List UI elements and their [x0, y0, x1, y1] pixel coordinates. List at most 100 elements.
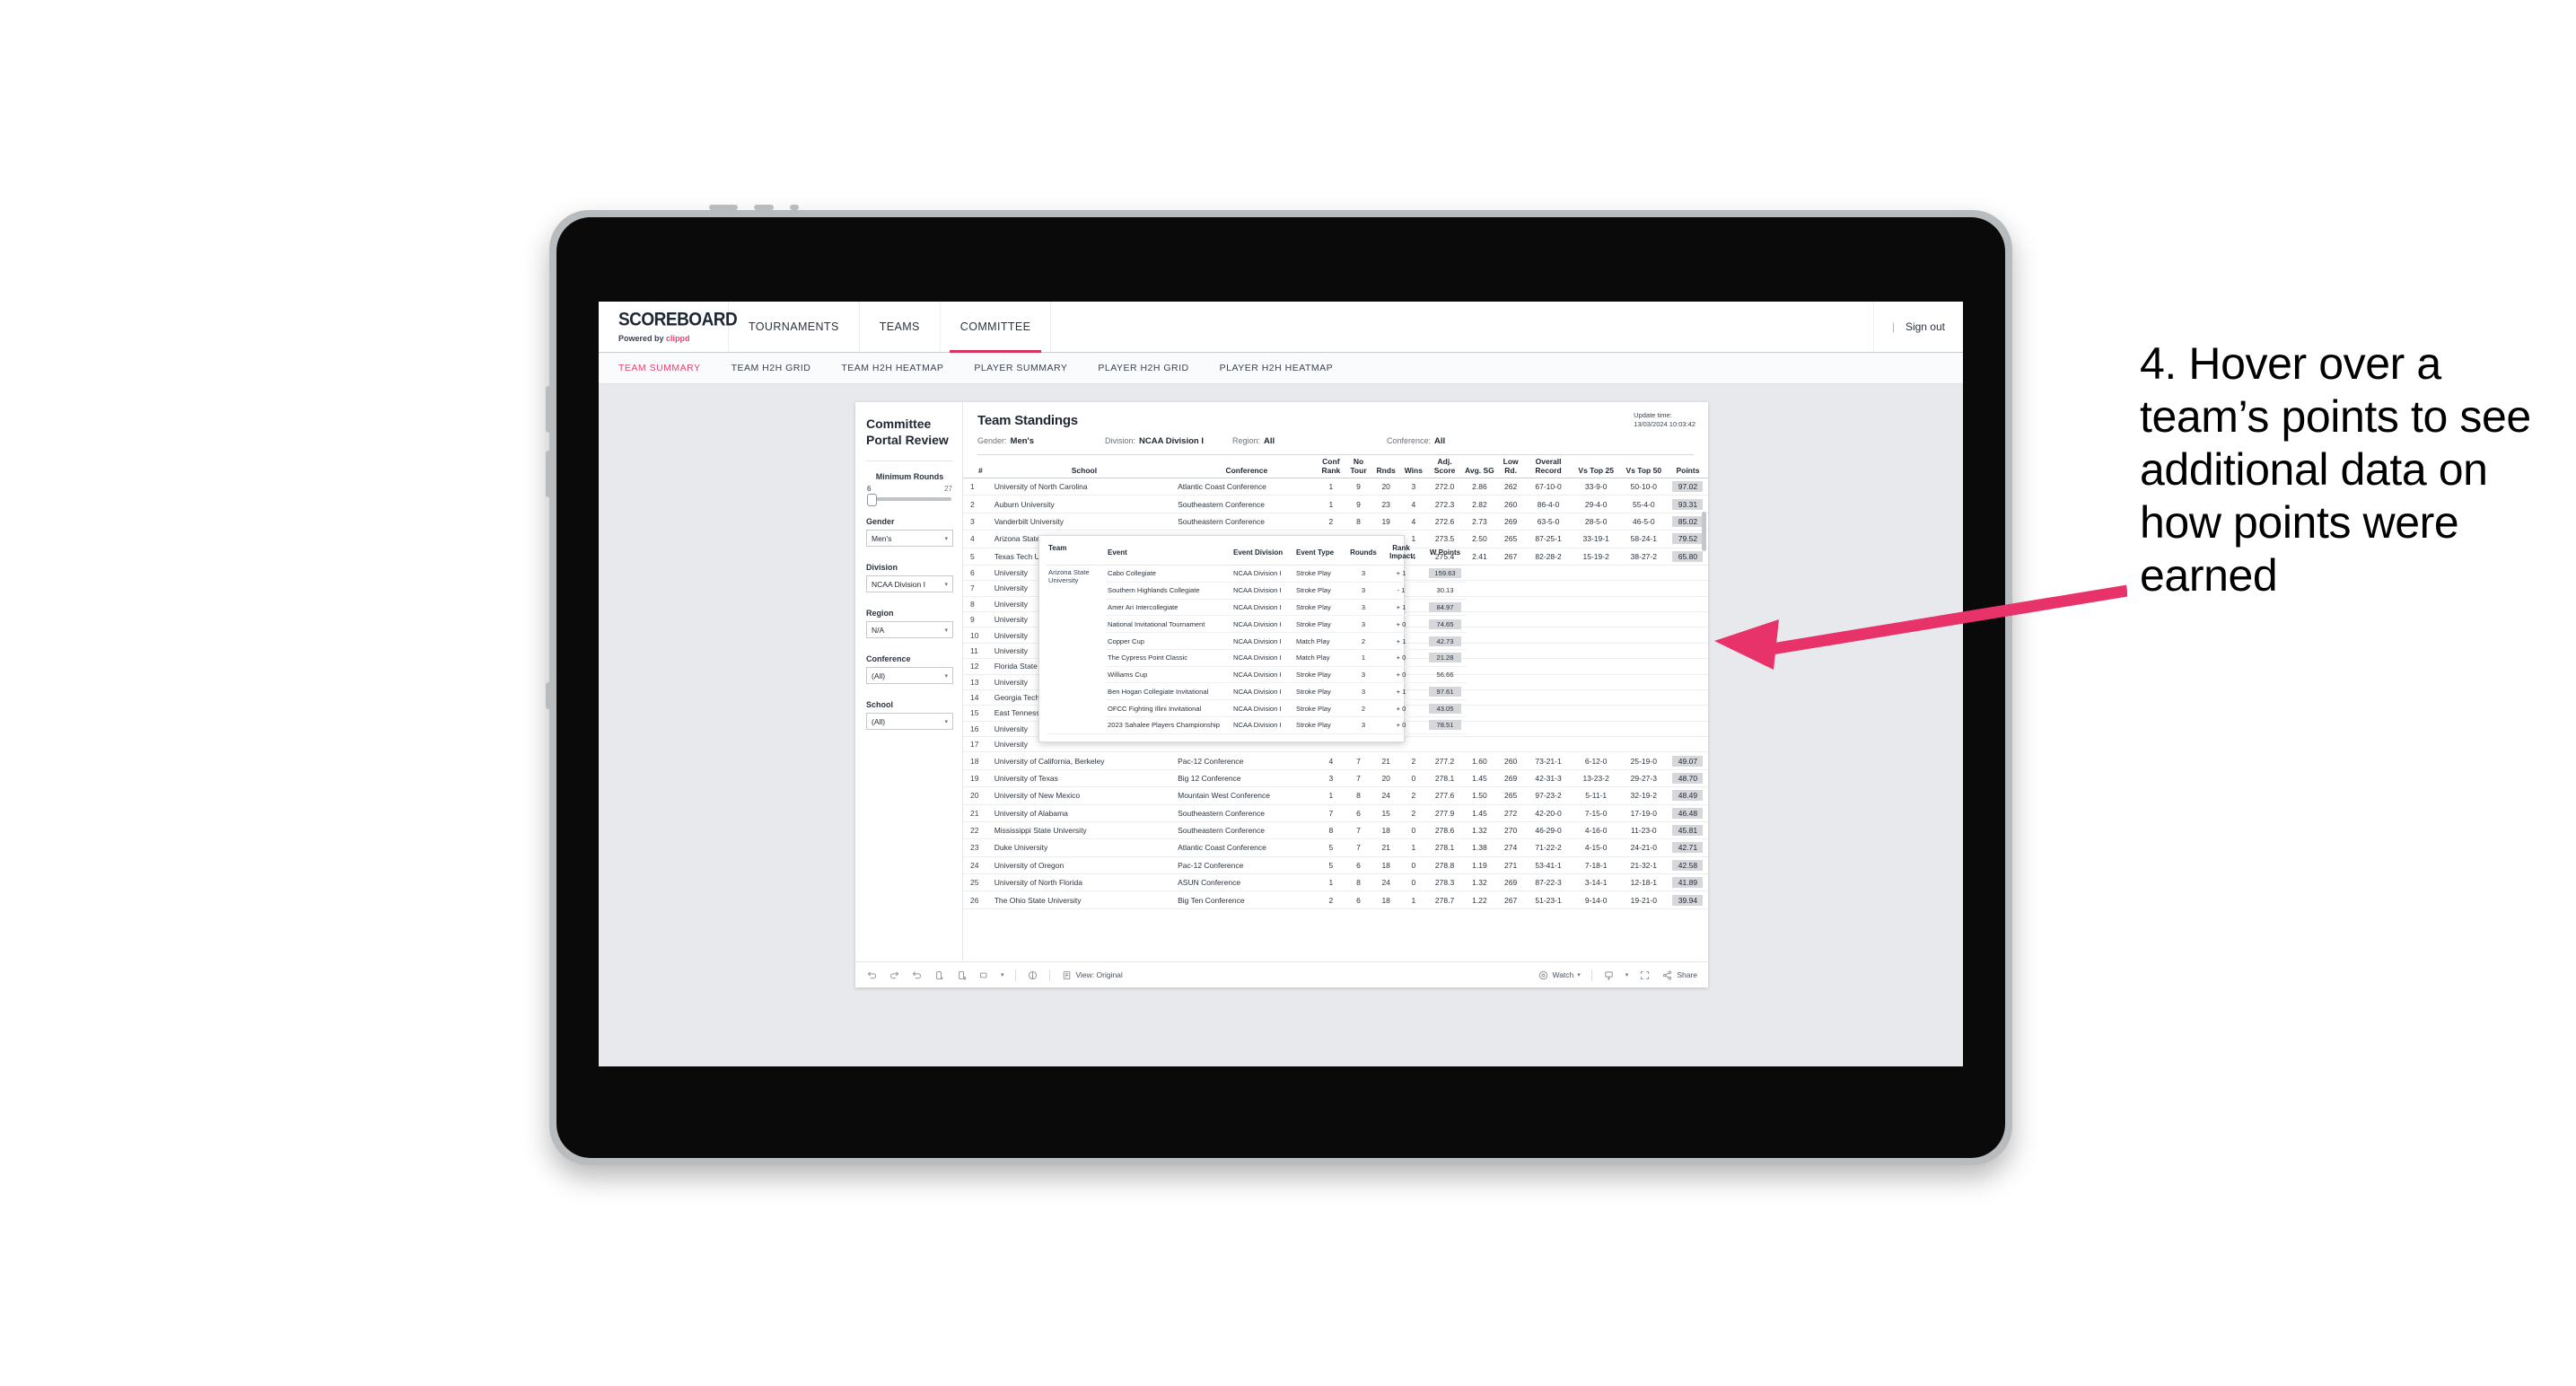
col-conference[interactable]: Conference [1176, 455, 1318, 479]
col-rnds[interactable]: Rnds [1371, 455, 1400, 479]
col-school[interactable]: School [992, 455, 1177, 479]
w-points-badge: 97.61 [1429, 686, 1461, 697]
cell-10 [1524, 643, 1573, 660]
points-badge[interactable]: 85.02 [1672, 515, 1704, 527]
table-row[interactable]: 20 University of New Mexico Mountain West … [963, 786, 1708, 805]
cell-points[interactable]: 45.81 [1667, 821, 1708, 840]
tab-team-h2h-grid[interactable]: TEAM H2H GRID [732, 363, 811, 373]
view-original-button[interactable]: View: Original [1061, 969, 1123, 981]
table-row[interactable]: 23 Duke University Atlantic Coast Conferen… [963, 838, 1708, 857]
points-badge[interactable]: 97.02 [1672, 481, 1704, 493]
vertical-scrollbar[interactable] [1702, 512, 1706, 551]
col-no-tour[interactable]: No Tour [1345, 455, 1372, 479]
tab-player-summary[interactable]: PLAYER SUMMARY [974, 363, 1067, 373]
points-badge[interactable]: 45.81 [1672, 825, 1704, 837]
cell-4: 6 [1345, 804, 1372, 822]
cell-points[interactable]: 49.07 [1667, 751, 1708, 770]
cell-points[interactable] [1667, 721, 1708, 738]
points-badge[interactable]: 48.49 [1672, 790, 1704, 802]
watch-button[interactable]: Watch ▾ [1538, 969, 1581, 981]
points-badge[interactable]: 39.94 [1672, 894, 1704, 906]
download-chevron-down-icon[interactable]: ▾ [1625, 971, 1629, 978]
cell-points[interactable]: 97.02 [1667, 478, 1708, 496]
points-badge[interactable]: 46.48 [1672, 807, 1704, 819]
fit-icon[interactable] [978, 969, 990, 981]
cell-points[interactable] [1667, 689, 1708, 706]
tab-player-h2h-heatmap[interactable]: PLAYER H2H HEATMAP [1220, 363, 1333, 373]
fullscreen-icon[interactable] [1639, 969, 1651, 981]
col-rank[interactable]: # [963, 455, 993, 479]
cell-points[interactable] [1667, 565, 1708, 582]
points-badge[interactable]: 65.80 [1672, 550, 1704, 562]
logo-wordmark: SCOREBOARD [618, 309, 738, 331]
tab-team-h2h-heatmap[interactable]: TEAM H2H HEATMAP [841, 363, 943, 373]
revert-icon[interactable] [911, 969, 923, 981]
cell-points[interactable]: 41.89 [1667, 873, 1708, 892]
tab-team-summary[interactable]: TEAM SUMMARY [618, 363, 701, 373]
region-select[interactable]: N/A ▾ [866, 621, 953, 638]
table-row[interactable]: 19 University of Texas Big 12 Conference 3 7… [963, 769, 1708, 788]
tip-col-rounds: Rounds [1348, 541, 1379, 566]
division-select[interactable]: NCAA Division I ▾ [866, 575, 953, 592]
share-button[interactable]: Share [1661, 969, 1697, 981]
redo-icon[interactable] [889, 969, 900, 981]
nav-tab-committee[interactable]: COMMITTEE [941, 302, 1052, 353]
points-badge[interactable]: 41.89 [1672, 877, 1704, 889]
nav-tab-teams[interactable]: TEAMS [860, 302, 941, 352]
cell-points[interactable] [1667, 674, 1708, 690]
col-avg-sg[interactable]: Avg. SG [1461, 455, 1497, 479]
fit-chevron-down-icon[interactable]: ▾ [1001, 971, 1004, 978]
cell-points[interactable]: 93.31 [1667, 495, 1708, 513]
tab-player-h2h-grid[interactable]: PLAYER H2H GRID [1098, 363, 1188, 373]
cell-2: Southeastern Conference [1176, 513, 1318, 531]
nav-tab-tournaments[interactable]: TOURNAMENTS [729, 302, 860, 352]
cell-points[interactable] [1667, 705, 1708, 722]
highlight-icon[interactable] [1027, 969, 1038, 981]
cell-points[interactable]: 42.71 [1667, 838, 1708, 857]
app-logo[interactable]: SCOREBOARD Powered by clippd [599, 302, 738, 352]
table-row[interactable]: 1 University of North Carolina Atlantic Co… [963, 478, 1708, 496]
table-row[interactable]: 22 Mississippi State University Southeaste… [963, 821, 1708, 840]
cell-points[interactable] [1667, 736, 1708, 753]
download-icon[interactable] [1603, 969, 1615, 981]
cell-points[interactable]: 42.58 [1667, 856, 1708, 875]
conference-select[interactable]: (All) ▾ [866, 667, 953, 684]
table-row[interactable]: 3 Vanderbilt University Southeastern Confe… [963, 513, 1708, 531]
points-badge[interactable]: 79.52 [1672, 533, 1704, 545]
table-row[interactable]: 24 University of Oregon Pac-12 Conference 5… [963, 856, 1708, 875]
sign-out-button[interactable]: | Sign out [1874, 302, 1963, 352]
minimum-rounds-slider[interactable] [867, 494, 951, 506]
tooltip-row: Amer Ari Intercollegiate NCAA Division IS… [1047, 599, 1467, 617]
pause-icon[interactable] [956, 969, 968, 981]
cell-points[interactable]: 39.94 [1667, 890, 1708, 909]
col-vs-top-50[interactable]: Vs Top 50 [1619, 455, 1668, 479]
table-row[interactable]: 26 The Ohio State University Big Ten Confe… [963, 890, 1708, 909]
points-badge[interactable]: 93.31 [1672, 498, 1704, 510]
tooltip-cell-w-points: 74.65 [1424, 615, 1467, 634]
table-row[interactable]: 25 University of North Florida ASUN Confer… [963, 873, 1708, 892]
points-badge[interactable]: 48.70 [1672, 772, 1704, 784]
tooltip-cell-division: NCAA Division I [1231, 649, 1294, 667]
col-overall-record[interactable]: Overall Record [1524, 455, 1573, 479]
minimum-rounds-slider-handle[interactable] [867, 494, 877, 506]
refresh-icon[interactable] [933, 969, 945, 981]
table-row[interactable]: 21 University of Alabama Southeastern Conf… [963, 804, 1708, 822]
col-wins[interactable]: Wins [1399, 455, 1428, 479]
cell-points[interactable]: 48.49 [1667, 786, 1708, 805]
cell-points[interactable]: 48.70 [1667, 769, 1708, 788]
cell-10: 97-23-2 [1524, 786, 1573, 805]
col-vs-top-25[interactable]: Vs Top 25 [1572, 455, 1620, 479]
cell-points[interactable]: 46.48 [1667, 804, 1708, 822]
col-low-rd[interactable]: Low Rd. [1496, 455, 1525, 479]
table-row[interactable]: 2 Auburn University Southeastern Conferenc… [963, 495, 1708, 513]
col-points[interactable]: Points [1667, 455, 1708, 479]
col-adj-score[interactable]: Adj. Score [1427, 455, 1462, 479]
gender-select[interactable]: Men's ▾ [866, 530, 953, 547]
school-select[interactable]: (All) ▾ [866, 713, 953, 730]
points-badge[interactable]: 42.71 [1672, 842, 1704, 854]
points-badge[interactable]: 49.07 [1672, 755, 1704, 767]
undo-icon[interactable] [866, 969, 878, 981]
points-badge[interactable]: 42.58 [1672, 859, 1704, 871]
col-conf-rank[interactable]: Conf Rank [1317, 455, 1345, 479]
table-row[interactable]: 18 University of California, Berkeley Pac-… [963, 751, 1708, 770]
